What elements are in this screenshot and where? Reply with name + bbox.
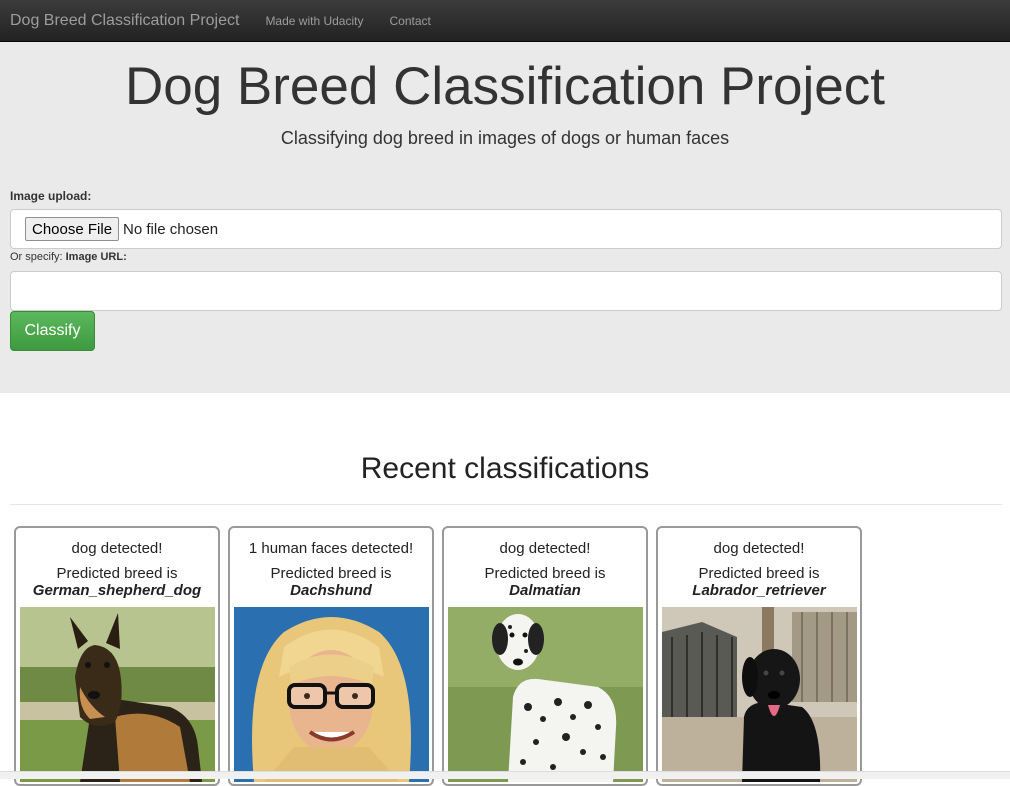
- horizontal-scrollbar[interactable]: [0, 771, 1010, 779]
- image-upload-label: Image upload:: [10, 189, 92, 203]
- predicted-breed-name: German_shepherd_dog: [32, 582, 202, 599]
- file-upload-field[interactable]: Choose File No file chosen: [10, 209, 1002, 249]
- classification-card[interactable]: dog detected! Predicted breed is German_…: [14, 526, 220, 786]
- predicted-breed-name: Labrador_retriever: [692, 582, 826, 599]
- german-shepherd-photo: [20, 607, 215, 782]
- detection-status: dog detected!: [71, 540, 163, 557]
- detection-status: dog detected!: [499, 540, 591, 557]
- classify-button[interactable]: Classify: [10, 311, 95, 351]
- top-navbar: Dog Breed Classification Project Made wi…: [0, 0, 1010, 42]
- image-url-input[interactable]: [10, 271, 1002, 311]
- predicted-breed-name: Dalmatian: [509, 582, 581, 599]
- image-url-label-bold: Image URL:: [65, 251, 127, 263]
- page-title: Dog Breed Classification Project: [124, 57, 885, 116]
- image-url-label: Or specify: Image URL:: [10, 251, 127, 263]
- navbar-brand[interactable]: Dog Breed Classification Project: [10, 12, 239, 30]
- predicted-breed-label: Predicted breed is: [270, 565, 392, 582]
- nav-link-made-with-udacity[interactable]: Made with Udacity: [265, 14, 363, 28]
- detection-status: 1 human faces detected!: [248, 540, 414, 557]
- specify-prefix: Or specify:: [10, 251, 66, 263]
- classification-card[interactable]: 1 human faces detected! Predicted breed …: [228, 526, 434, 786]
- predicted-breed-label: Predicted breed is: [484, 565, 606, 582]
- human-face-photo: [234, 607, 429, 782]
- predicted-breed-label: Predicted breed is: [56, 565, 178, 582]
- predicted-breed-name: Dachshund: [290, 582, 372, 599]
- no-file-chosen-text: No file chosen: [123, 220, 219, 238]
- classification-card[interactable]: dog detected! Predicted breed is Dalmati…: [442, 526, 648, 786]
- page-subtitle: Classifying dog breed in images of dogs …: [280, 128, 730, 148]
- choose-file-button[interactable]: Choose File: [25, 217, 120, 241]
- nav-link-contact[interactable]: Contact: [389, 14, 430, 28]
- detection-status: dog detected!: [713, 540, 805, 557]
- section-divider: [10, 504, 1002, 505]
- predicted-breed-label: Predicted breed is: [698, 565, 820, 582]
- dalmatian-photo: [448, 607, 643, 782]
- labrador-photo: [662, 607, 857, 782]
- classification-card[interactable]: dog detected! Predicted breed is Labrado…: [656, 526, 862, 786]
- recent-classifications-heading: Recent classifications: [360, 452, 650, 485]
- jumbotron: Dog Breed Classification Project Classif…: [0, 42, 1010, 393]
